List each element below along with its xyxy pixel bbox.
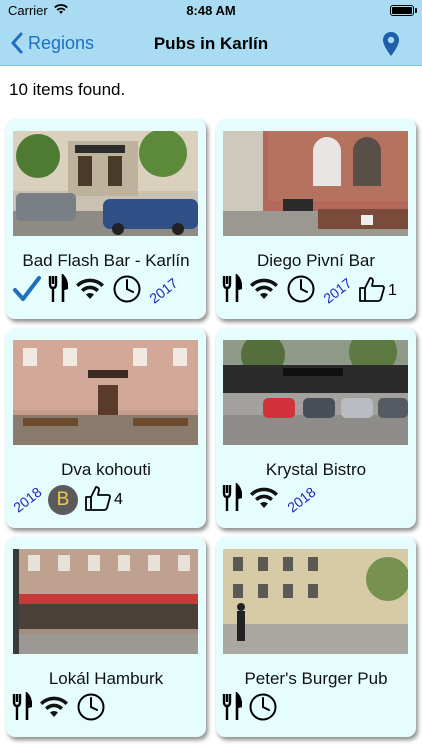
clock-time: 8:48 AM (186, 3, 236, 18)
year-label: 2018 (10, 483, 45, 516)
pub-features: 2017 (12, 272, 184, 309)
clock-icon (76, 692, 106, 727)
year-label: 2017 (146, 274, 181, 307)
pub-features (12, 690, 112, 727)
pub-features: 2018 (222, 481, 322, 518)
pub-photo (13, 549, 198, 654)
results-count: 10 items found. (9, 80, 126, 99)
pub-photo (223, 340, 408, 445)
wifi-icon (38, 694, 70, 725)
wifi-icon (248, 485, 280, 516)
pub-photo (13, 131, 198, 236)
thumbs-up-icon (358, 275, 386, 308)
pub-card-bad-flash-bar[interactable]: Bad Flash Bar - Karlín 2017 (6, 119, 206, 319)
chevron-left-icon (11, 32, 23, 54)
year-label: 2018 (284, 483, 319, 516)
pub-features: 2017 1 (222, 272, 403, 309)
pub-name: Krystal Bistro (265, 460, 367, 479)
pub-card-lokal-hamburk[interactable]: Lokál Hamburk (6, 537, 206, 737)
clock-icon (248, 692, 278, 727)
navigation-bar: Regions Pubs in Karlín (0, 22, 422, 66)
beer-badge-icon: B (48, 485, 78, 515)
pub-photo (223, 549, 408, 654)
pub-card-dva-kohouti[interactable]: Dva kohouti 2018 B 4 (6, 328, 206, 528)
fork-knife-icon (222, 481, 243, 518)
pub-card-diego-pivni-bar[interactable]: Diego Pivní Bar 2017 1 (216, 119, 416, 319)
clock-icon (112, 274, 142, 309)
battery-icon (390, 5, 417, 16)
map-pin-icon[interactable] (382, 31, 400, 62)
back-button-label: Regions (28, 32, 95, 53)
pub-card-krystal-bistro[interactable]: Krystal Bistro 2018 (216, 328, 416, 528)
year-label: 2017 (320, 274, 355, 307)
likes-count: 1 (388, 282, 397, 299)
wifi-icon (248, 276, 280, 307)
fork-knife-icon (222, 272, 243, 309)
checkmark-icon (12, 274, 42, 309)
pub-name: Dva kohouti (61, 460, 151, 479)
fork-knife-icon (222, 690, 243, 727)
clock-icon (286, 274, 316, 309)
pub-name: Peter's Burger Pub (244, 669, 388, 688)
pub-features: 2018 B 4 (10, 482, 129, 518)
fork-knife-icon (12, 690, 33, 727)
status-bar: Carrier 8:48 AM (0, 0, 422, 22)
pub-photo (223, 131, 408, 236)
wifi-icon (74, 276, 106, 307)
pub-photo (13, 340, 198, 445)
likes-count: 4 (114, 491, 123, 508)
pub-name: Bad Flash Bar - Karlín (22, 251, 190, 270)
pub-card-peters-burger-pub[interactable]: Peter's Burger Pub (216, 537, 416, 737)
fork-knife-icon (48, 272, 69, 309)
thumbs-up-icon (84, 484, 112, 517)
pub-name: Diego Pivní Bar (256, 251, 376, 270)
back-button[interactable]: Regions (10, 32, 94, 54)
pub-name: Lokál Hamburk (48, 669, 164, 688)
pub-features (222, 690, 284, 727)
